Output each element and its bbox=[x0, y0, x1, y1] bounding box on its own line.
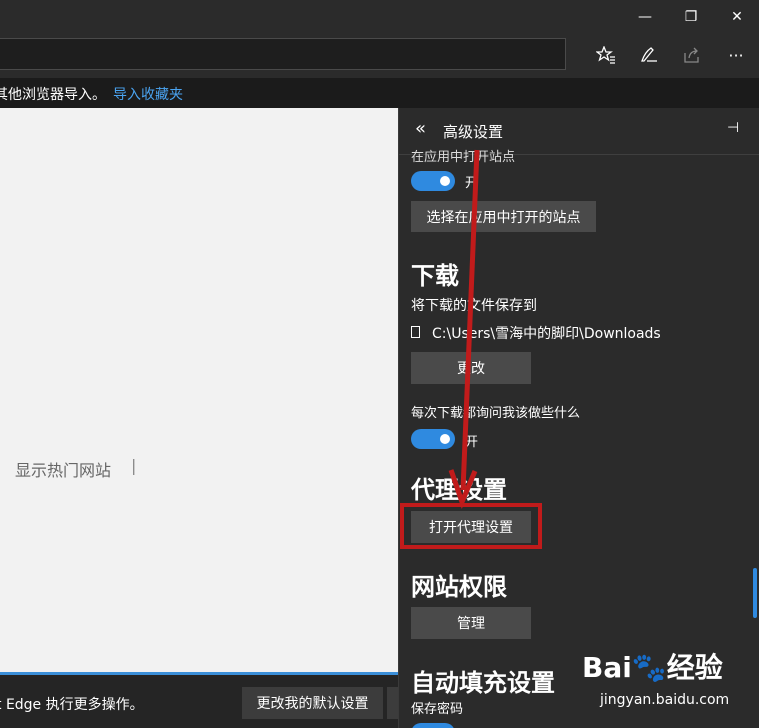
baidu-watermark: Bai🐾经验 jingyan.baidu.com bbox=[582, 646, 752, 718]
watermark-url: jingyan.baidu.com bbox=[600, 692, 730, 708]
highlight-box bbox=[400, 503, 542, 549]
annotation-arrow bbox=[448, 149, 480, 510]
baidu-logo: Bai🐾经验 bbox=[582, 651, 723, 684]
